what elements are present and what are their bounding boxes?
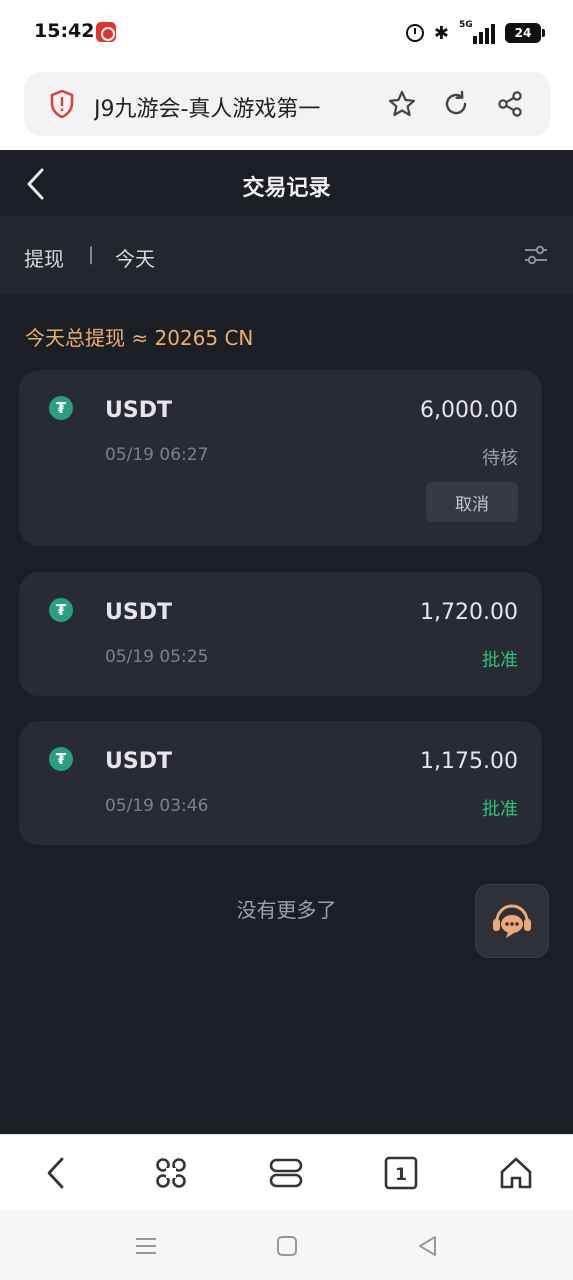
transaction-amount: 1,175.00 bbox=[420, 749, 518, 774]
transaction-currency: USDT bbox=[105, 600, 172, 625]
filter-type[interactable]: 提现 bbox=[24, 243, 64, 272]
filter-separator: | bbox=[88, 244, 95, 265]
cancel-button[interactable]: 取消 bbox=[426, 482, 518, 522]
transaction-currency: USDT bbox=[105, 749, 172, 774]
browser-bottom-nav: 1 bbox=[0, 1134, 573, 1210]
transaction-amount: 6,000.00 bbox=[420, 398, 518, 423]
tab-count-icon: 1 bbox=[384, 1156, 418, 1190]
tether-icon: ₮ bbox=[49, 747, 73, 771]
customer-support-button[interactable] bbox=[475, 884, 549, 958]
home-icon bbox=[500, 1157, 532, 1189]
transaction-status: 批准 bbox=[482, 799, 518, 820]
transaction-currency: USDT bbox=[105, 398, 172, 423]
square-icon bbox=[277, 1236, 297, 1256]
home-button[interactable] bbox=[496, 1153, 536, 1193]
refresh-icon bbox=[445, 90, 467, 115]
signal-icon: 5G bbox=[459, 20, 495, 44]
filter-bar: 提现 | 今天 bbox=[0, 216, 573, 294]
status-icons: ✱ 5G 24 bbox=[405, 20, 545, 46]
apps-icon bbox=[156, 1158, 186, 1188]
star-icon bbox=[388, 90, 416, 117]
shield-icon bbox=[50, 90, 74, 118]
bookmark-button[interactable] bbox=[386, 88, 418, 120]
recent-apps-button[interactable] bbox=[132, 1232, 160, 1260]
status-time: 15:42 bbox=[34, 20, 95, 42]
total-withdrawal-summary: 今天总提现 ≈ 20265 CN bbox=[25, 326, 254, 350]
transaction-time: 05/19 06:27 bbox=[105, 445, 209, 465]
system-nav-bar bbox=[0, 1210, 573, 1280]
watermark bbox=[397, 1220, 567, 1276]
status-bar: 15:42 ✱ 5G 24 bbox=[0, 0, 573, 66]
browser-back-button[interactable] bbox=[36, 1153, 76, 1193]
transaction-time: 05/19 05:25 bbox=[105, 647, 209, 667]
filter-icon[interactable] bbox=[523, 242, 549, 268]
support-headset-icon bbox=[493, 904, 531, 938]
battery-icon: 24 bbox=[505, 23, 545, 43]
bluetooth-icon: ✱ bbox=[433, 22, 449, 44]
transaction-card[interactable]: ₮ USDT 6,000.00 05/19 06:27 待核 取消 bbox=[19, 370, 542, 546]
page-header: 交易记录 bbox=[0, 150, 573, 216]
filter-date[interactable]: 今天 bbox=[115, 243, 155, 272]
transaction-time: 05/19 03:46 bbox=[105, 796, 209, 816]
back-icon bbox=[47, 1157, 64, 1189]
tab-count-button[interactable]: 1 bbox=[381, 1153, 421, 1193]
transaction-card[interactable]: ₮ USDT 1,175.00 05/19 03:46 批准 bbox=[19, 721, 542, 845]
transaction-status: 批准 bbox=[482, 650, 518, 671]
network-type-label: 5G bbox=[459, 20, 473, 30]
transaction-amount: 1,720.00 bbox=[420, 600, 518, 625]
menu-icon bbox=[136, 1238, 156, 1254]
url-title[interactable]: J9九游会-真人游戏第一 bbox=[94, 91, 364, 123]
tabs-manager-button[interactable] bbox=[266, 1153, 306, 1193]
transaction-status: 待核 bbox=[482, 448, 518, 469]
home-system-button[interactable] bbox=[273, 1232, 301, 1260]
browser-url-bar[interactable]: J9九游会-真人游戏第一 bbox=[24, 72, 550, 136]
tabs-stack-icon bbox=[269, 1158, 303, 1188]
tether-icon: ₮ bbox=[49, 396, 73, 420]
alarm-icon bbox=[405, 24, 424, 42]
tether-icon: ₮ bbox=[49, 598, 73, 622]
transaction-card[interactable]: ₮ USDT 1,720.00 05/19 05:25 批准 bbox=[19, 572, 542, 696]
refresh-button[interactable] bbox=[440, 88, 472, 120]
page-title: 交易记录 bbox=[242, 176, 331, 201]
share-button[interactable] bbox=[494, 88, 526, 120]
transaction-records-page: 交易记录 提现 | 今天 今天总提现 ≈ 20265 CN ₮ USDT 6,0… bbox=[0, 150, 573, 1134]
tab-count: 1 bbox=[395, 1165, 407, 1185]
app-notification-icon bbox=[96, 22, 116, 42]
share-icon bbox=[498, 91, 522, 117]
apps-button[interactable] bbox=[151, 1153, 191, 1193]
